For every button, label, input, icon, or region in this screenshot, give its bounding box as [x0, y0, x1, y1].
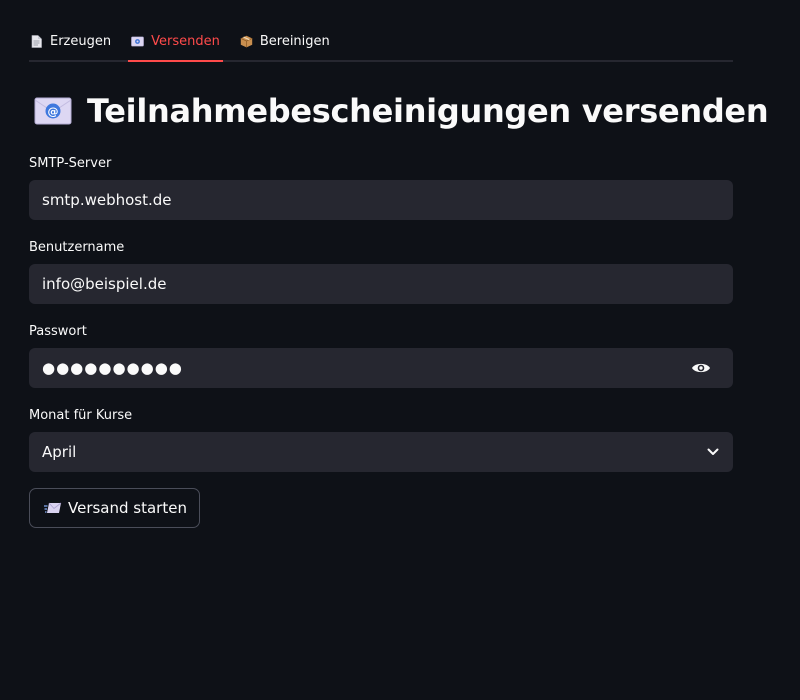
- password-input[interactable]: ●●●●●●●●●●: [29, 348, 733, 388]
- email-icon: [131, 35, 144, 48]
- tab-bereinigen[interactable]: Bereinigen: [239, 22, 331, 60]
- month-label: Monat für Kurse: [29, 408, 133, 423]
- send-button-label: Versand starten: [68, 499, 187, 517]
- app-root: Erzeugen Versenden Bereinigen @ Teilnahm…: [0, 0, 800, 700]
- eye-icon[interactable]: [690, 360, 712, 376]
- document-icon: [30, 34, 43, 48]
- username-value: info@beispiel.de: [42, 275, 167, 293]
- password-value: ●●●●●●●●●●: [42, 359, 183, 377]
- month-select[interactable]: April: [29, 432, 733, 472]
- tab-label: Erzeugen: [50, 33, 112, 49]
- send-mail-icon: [44, 502, 62, 514]
- tab-versenden[interactable]: Versenden: [128, 22, 223, 62]
- svg-text:@: @: [48, 105, 59, 118]
- email-icon: @: [34, 97, 72, 125]
- month-selected-value: April: [42, 443, 77, 461]
- tab-erzeugen[interactable]: Erzeugen: [29, 22, 112, 60]
- page-title: Teilnahmebescheinigungen versenden: [87, 92, 769, 130]
- tab-bar: Erzeugen Versenden Bereinigen: [29, 22, 733, 62]
- tab-label: Versenden: [151, 33, 220, 49]
- chevron-down-icon[interactable]: [706, 445, 720, 459]
- password-label: Passwort: [29, 324, 87, 339]
- username-label: Benutzername: [29, 240, 125, 255]
- smtp-server-value: smtp.webhost.de: [42, 191, 172, 209]
- username-input[interactable]: info@beispiel.de: [29, 264, 733, 304]
- smtp-server-input[interactable]: smtp.webhost.de: [29, 180, 733, 220]
- tab-label: Bereinigen: [259, 33, 330, 49]
- page-header: @ Teilnahmebescheinigungen versenden: [34, 92, 769, 130]
- smtp-server-label: SMTP-Server: [29, 156, 112, 171]
- send-button[interactable]: Versand starten: [29, 488, 200, 528]
- package-icon: [240, 35, 253, 48]
